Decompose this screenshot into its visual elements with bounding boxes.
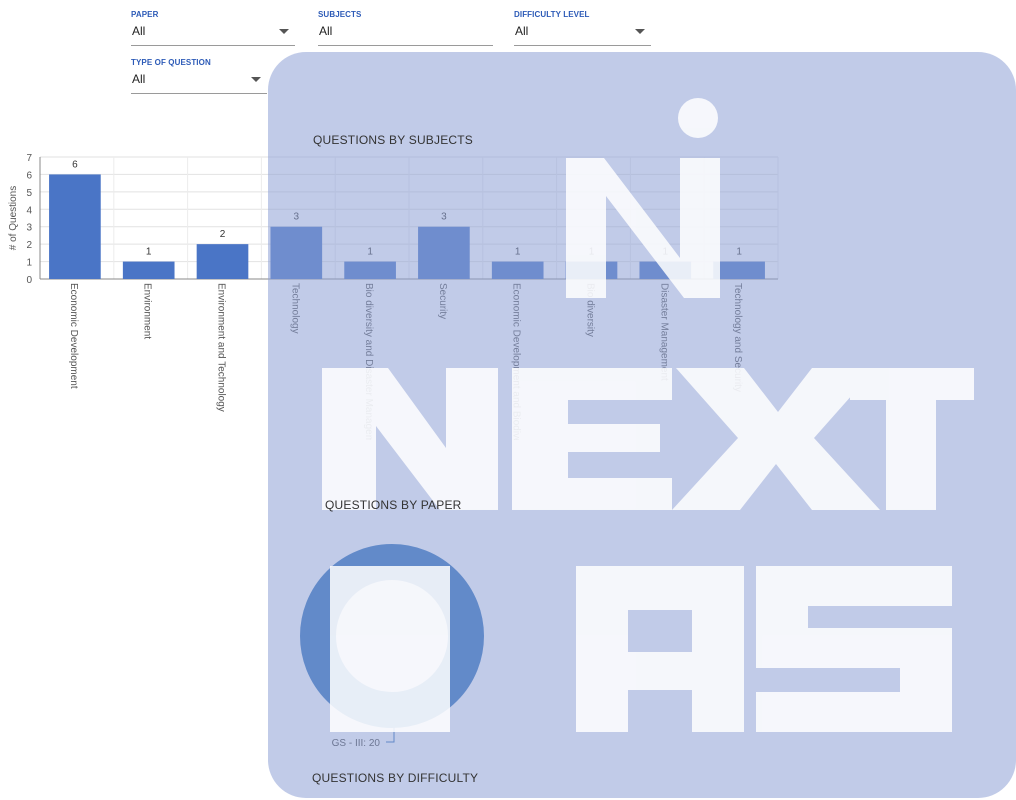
difficulty-select[interactable]: All <box>514 21 651 46</box>
bar <box>122 261 175 279</box>
data-label: 1 <box>663 247 669 258</box>
x-tick-label: Technology and Security <box>732 283 743 392</box>
bar <box>565 261 618 279</box>
watermark-s <box>756 566 952 732</box>
data-label: 1 <box>146 247 152 258</box>
slice-label: GS - III: 20 <box>332 738 381 749</box>
x-tick-label: Environment <box>142 283 153 339</box>
chevron-down-icon[interactable] <box>251 77 261 82</box>
y-tick-label: 7 <box>26 153 32 164</box>
subjects-select-value: All <box>319 24 333 38</box>
paper-select[interactable]: All <box>131 21 295 46</box>
donut-slice <box>300 544 484 728</box>
data-label: 1 <box>367 247 373 258</box>
y-tick-label: 6 <box>26 170 32 181</box>
filter-subjects-label: SUBJECTS <box>318 10 362 19</box>
watermark-dot <box>678 98 718 138</box>
difficulty-chart-title: QUESTIONS BY DIFFICULTY <box>312 771 479 785</box>
data-label: 3 <box>441 212 447 223</box>
filter-difficulty: DIFFICULTY LEVEL All <box>514 10 651 46</box>
x-tick-label: Economic Development and Biodiversity <box>511 283 522 440</box>
y-tick-label: 0 <box>26 275 32 286</box>
bar <box>418 226 470 279</box>
subjects-select[interactable]: All <box>318 21 493 46</box>
bar <box>49 174 101 279</box>
data-label: 1 <box>736 247 742 258</box>
y-tick-label: 3 <box>26 223 32 234</box>
data-label: 1 <box>589 247 595 258</box>
bar <box>491 261 544 279</box>
data-label: 6 <box>72 159 78 170</box>
x-tick-label: Environment and Technology <box>216 283 227 412</box>
paper-donut-chart: GS - III: 20 <box>300 544 484 749</box>
bar <box>639 261 692 279</box>
bar <box>270 226 323 279</box>
x-tick-label: Security <box>437 283 448 319</box>
x-tick-label: Bio diversity and Disaster Management <box>363 283 374 440</box>
chevron-down-icon[interactable] <box>635 29 645 34</box>
paper-chart-title: QUESTIONS BY PAPER <box>325 498 462 512</box>
x-tick-label: Economic Development <box>68 283 79 389</box>
x-tick-label: Technology <box>289 283 300 334</box>
slice-callout-line <box>386 726 395 743</box>
data-label: 3 <box>294 212 300 223</box>
subjects-chart-title: QUESTIONS BY SUBJECTS <box>313 133 474 147</box>
y-axis-label: # of Questions <box>8 186 19 250</box>
filter-subjects: SUBJECTS All <box>318 10 493 46</box>
filter-paper-label: PAPER <box>131 10 159 19</box>
data-label: 2 <box>220 229 226 240</box>
y-tick-label: 5 <box>26 188 32 199</box>
chevron-down-icon[interactable] <box>279 29 289 34</box>
bar <box>713 261 765 279</box>
subjects-bar-chart: 0 1 2 3 4 5 6 7 # of Questions 6 Economic Developm… <box>8 153 779 440</box>
bar <box>344 261 396 279</box>
x-tick-label: Bio diversity <box>585 283 596 337</box>
type-select[interactable]: All <box>131 69 267 94</box>
watermark-a <box>576 566 744 732</box>
y-tick-label: 2 <box>26 240 32 251</box>
paper-select-value: All <box>132 24 146 38</box>
filter-type: TYPE OF QUESTION All <box>131 58 267 94</box>
filter-type-label: TYPE OF QUESTION <box>131 58 211 67</box>
difficulty-select-value: All <box>515 24 529 38</box>
bar <box>196 244 249 279</box>
filter-paper: PAPER All <box>131 10 295 46</box>
watermark-t <box>850 368 974 510</box>
y-tick-label: 1 <box>26 258 32 269</box>
type-select-value: All <box>132 72 146 86</box>
x-tick-label: Disaster Management <box>658 283 669 381</box>
data-label: 1 <box>515 247 521 258</box>
y-tick-label: 4 <box>26 205 32 216</box>
filter-difficulty-label: DIFFICULTY LEVEL <box>514 10 590 19</box>
